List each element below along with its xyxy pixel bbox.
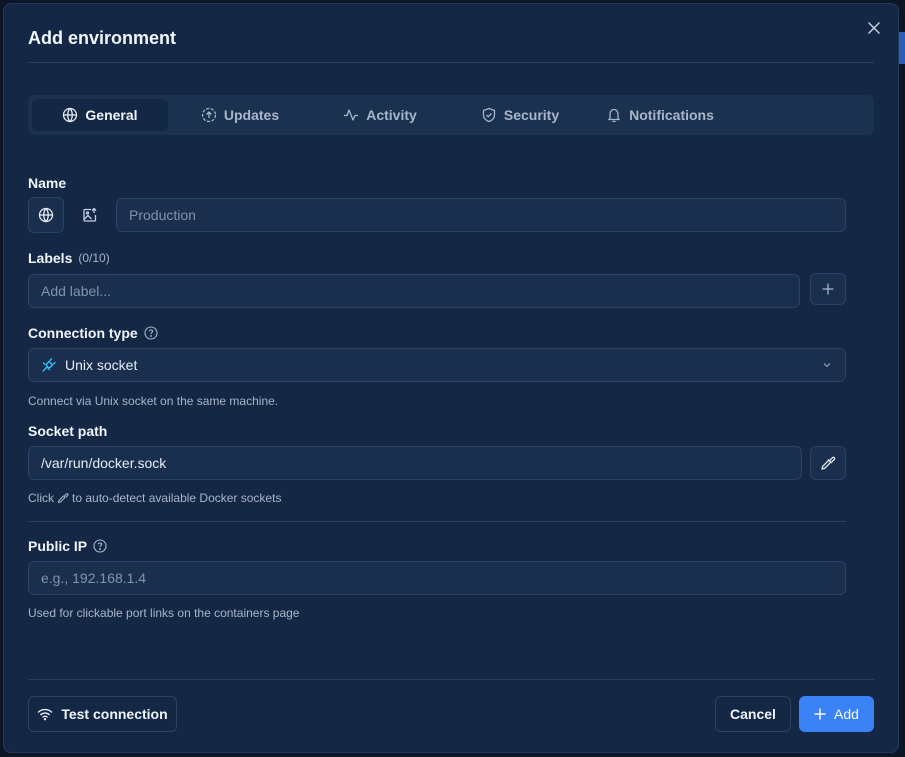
upload-image-button[interactable] [72,197,108,233]
circle-arrow-up-icon [201,107,217,123]
tab-updates[interactable]: Updates [172,99,308,131]
name-label: Name [28,175,67,191]
public-ip-input[interactable] [28,561,846,595]
tab-label: Security [503,107,560,123]
close-button[interactable] [864,18,884,38]
shield-check-icon [482,107,496,123]
add-label-input-control[interactable] [41,283,787,299]
title-divider [28,62,874,63]
add-environment-dialog: Add environment General Updates Activity [3,3,899,753]
icon-type-globe-button[interactable] [28,197,64,233]
bell-icon [608,108,620,123]
add-label-button[interactable] [810,273,846,305]
connection-type-label: Connection type [28,325,158,341]
footer-divider [28,679,874,680]
close-icon [868,22,880,34]
globe-icon [63,107,78,123]
connection-type-hint: Connect via Unix socket on the same mach… [28,394,279,408]
test-connection-button[interactable]: Test connection [28,696,177,732]
dialog-title: Add environment [28,28,177,48]
tab-security[interactable]: Security [452,99,588,131]
globe-icon [38,207,54,223]
public-ip-hint: Used for clickable port links on the con… [28,606,300,620]
tab-general[interactable]: General [32,99,168,131]
add-label-input[interactable] [28,274,800,308]
socket-path-label: Socket path [28,423,108,439]
wifi-icon [38,708,53,721]
activity-icon [344,109,359,121]
tab-notifications[interactable]: Notifications [592,99,728,131]
tab-bar: General Updates Activity Security Notifi… [28,95,874,135]
socket-path-hint: Click to auto-detect available Docker so… [28,491,282,505]
public-ip-label: Public IP [28,538,107,554]
name-input[interactable] [116,198,846,232]
chevron-down-icon [823,363,831,368]
plus-icon [814,708,826,720]
tab-label: Updates [223,107,280,123]
public-ip-input-control[interactable] [41,570,833,586]
labels-count: (0/10) [78,251,110,265]
image-upload-icon [83,207,97,222]
auto-detect-socket-button[interactable] [810,446,846,480]
add-button[interactable]: Add [799,696,874,732]
pipette-icon [57,493,69,504]
plug-icon [42,358,56,372]
socket-path-input[interactable] [28,446,802,480]
socket-path-input-control[interactable] [41,455,789,471]
connection-type-value: Unix socket [65,357,138,373]
cancel-button[interactable]: Cancel [715,696,791,732]
help-circle-icon[interactable] [93,539,107,553]
connection-type-select[interactable]: Unix socket [28,348,846,382]
name-input-control[interactable] [129,207,833,223]
labels-label: Labels (0/10) [28,250,110,266]
tab-label: General [85,107,138,123]
tab-activity[interactable]: Activity [312,99,448,131]
pipette-icon [821,456,836,470]
help-circle-icon[interactable] [144,326,158,340]
tab-label: Notifications [629,107,714,123]
background-accent-strip [899,32,905,64]
tab-label: Activity [366,107,417,123]
plus-icon [822,283,834,295]
section-divider [28,521,846,522]
